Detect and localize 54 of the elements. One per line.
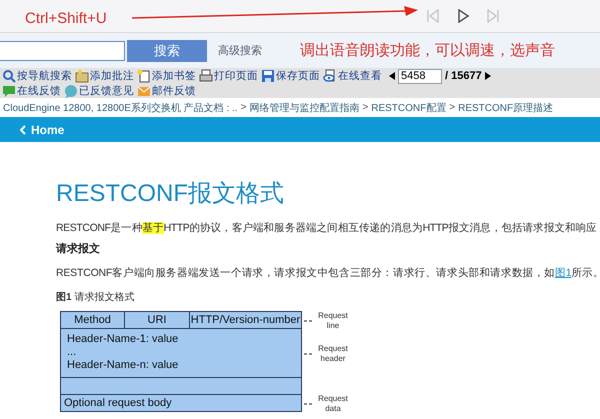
advanced-search-link[interactable]: 高级搜索 <box>218 43 262 58</box>
breadcrumb-separator: > <box>240 102 246 113</box>
breadcrumb-separator: > <box>449 102 456 113</box>
diagram-cell-text: HTTP/Version-number <box>190 313 301 328</box>
speech-bubble-icon <box>2 84 16 98</box>
paragraph: RESTCONF是一种基于HTTP的协议，客户端和服务器端之间相互传递的消息为HTTP报文消息，包括请求报文和响应 <box>56 221 597 235</box>
magnifier-icon <box>2 69 16 83</box>
breadcrumb-link[interactable]: 网络管理与监控配置指南 <box>249 100 360 114</box>
callout-label: Request header <box>317 344 349 364</box>
toolbar-link[interactable]: 在线查看 <box>323 68 382 84</box>
section-heading: 请求报文 <box>56 242 101 256</box>
bookmark-icon <box>137 69 151 83</box>
toolbar-link[interactable]: 在线反馈 <box>2 84 61 98</box>
diagram-cell: Method <box>61 312 125 328</box>
diagram-text: ... <box>67 346 78 359</box>
search-field[interactable] <box>0 40 125 60</box>
previous-page-icon[interactable] <box>389 72 395 80</box>
eye-icon <box>323 69 337 83</box>
toolbar-link[interactable]: 保存页面 <box>261 68 320 84</box>
leader-line <box>304 320 314 322</box>
figure-caption: 图1 请求报文格式 <box>56 290 136 304</box>
leader-line <box>304 403 314 405</box>
breadcrumb-link[interactable]: RESTCONF原理描述 <box>458 100 554 114</box>
annotation-text: Ctrl+Shift+U <box>25 10 107 27</box>
chat-icon <box>64 84 78 98</box>
paragraph: RESTCONF客户端向服务器端发送一个请求，请求报文中包含三部分：请求行、请求头部和请求数据，如图1所示。 <box>56 266 600 280</box>
next-page-icon[interactable] <box>484 72 491 80</box>
breadcrumb-separator: > <box>362 102 368 113</box>
toolbar-link[interactable]: 添加书签 <box>137 68 196 84</box>
toolbar-link[interactable]: 已反馈意见 <box>64 84 134 98</box>
annotation-text: 调出语音朗读功能，可以调速，选声音 <box>300 41 555 60</box>
diagram-text: Header-Name-1: value <box>67 333 180 346</box>
callout-label: Request data <box>317 394 349 414</box>
breadcrumb-link[interactable]: RESTCONF配置 <box>371 100 446 114</box>
page-number-field[interactable]: 5458 <box>398 68 442 84</box>
envelope-icon <box>137 84 151 98</box>
search-button[interactable]: 搜索 <box>127 40 207 62</box>
figure-link[interactable]: 图1 <box>554 267 572 279</box>
page-total: / 15677 <box>445 70 482 82</box>
breadcrumb-link[interactable]: CloudEngine 12800, 12800E系列交换机 产品文档 : .. <box>3 100 238 114</box>
article-title: RESTCONF报文格式 <box>56 180 285 208</box>
diagram-text: Header-Name-n: value <box>67 359 180 372</box>
diagram-cell-text: Optional request body <box>63 396 173 411</box>
toolbar-link[interactable]: 邮件反馈 <box>137 84 196 98</box>
play-icon[interactable] <box>456 9 470 23</box>
printer-icon <box>199 69 213 83</box>
chevron-left-icon <box>20 124 26 134</box>
leader-line <box>304 353 314 355</box>
note-icon <box>75 69 89 83</box>
callout-label: Request line <box>317 311 349 331</box>
toolbar-link[interactable]: 按导航搜索 <box>2 68 72 84</box>
toolbar-link[interactable]: 添加批注 <box>75 68 134 84</box>
diagram-cell: URI <box>125 312 190 328</box>
toolbar-link[interactable]: 打印页面 <box>199 68 258 84</box>
